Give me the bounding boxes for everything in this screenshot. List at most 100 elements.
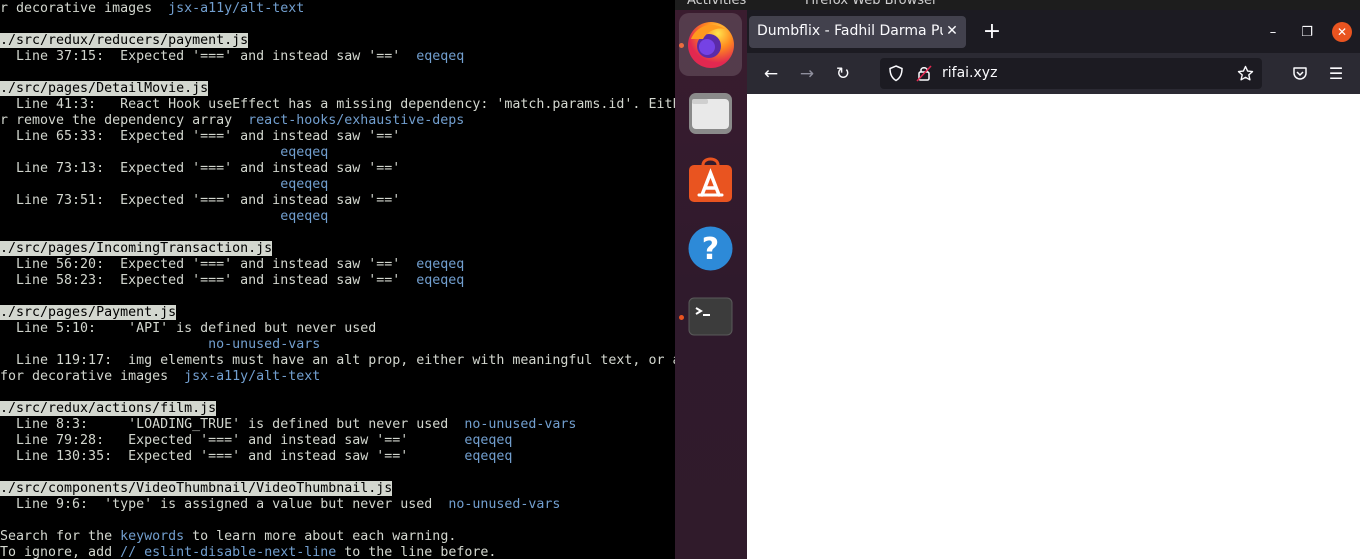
terminal-text: r decorative images — [0, 1, 169, 16]
bookmark-star-icon[interactable] — [1237, 65, 1254, 82]
terminal-text: Line 119:17: img elements must have an a… — [0, 353, 675, 368]
reload-icon[interactable]: ↻ — [831, 62, 855, 86]
terminal-text: Line 56:20: Expected '===' and instead s… — [0, 257, 417, 272]
terminal-text: Line 37:15: Expected '===' and instead s… — [0, 49, 417, 64]
terminal-file-heading: ./src/pages/Payment.js — [0, 305, 177, 321]
maximize-icon[interactable]: ❐ — [1295, 21, 1319, 45]
terminal-text: to learn more about each warning. — [184, 529, 457, 544]
url-text: rifai.xyz — [942, 65, 998, 81]
file-path: ./src/redux/reducers/payment.js — [0, 33, 249, 48]
terminal-text: Line 73:51: Expected '===' and instead s… — [0, 193, 401, 208]
close-tab-icon[interactable]: ✕ — [944, 22, 960, 40]
terminal-file-heading: ./src/redux/actions/film.js — [0, 401, 217, 417]
terminal-text: for decorative images — [0, 369, 185, 384]
terminal-line: Line 73:51: Expected '===' and instead s… — [0, 193, 400, 209]
url-bar[interactable]: rifai.xyz — [880, 58, 1262, 89]
dock-software[interactable] — [679, 149, 742, 212]
eslint-rule: eqeqeq — [280, 177, 329, 192]
terminal-line: Line 130:35: Expected '===' and instead … — [0, 449, 512, 465]
terminal-line: no-unused-vars — [0, 337, 320, 353]
files-icon — [689, 93, 732, 134]
terminal-line: Line 73:13: Expected '===' and instead s… — [0, 161, 400, 177]
terminal-text: to the line before. — [336, 545, 497, 559]
eslint-rule: jsx-a11y/alt-text — [168, 1, 305, 16]
terminal-line: r decorative images jsx-a11y/alt-text — [0, 1, 304, 17]
terminal-window[interactable]: r decorative images jsx-a11y/alt-text ./s… — [0, 0, 675, 559]
tab-dumbflix[interactable]: Dumbflix - Fadhil Darma Putera ✕ — [749, 16, 966, 48]
terminal-text: r remove the dependency array — [0, 113, 249, 128]
firefox-window: Dumbflix - Fadhil Darma Putera ✕ + – ❐ ✕… — [747, 10, 1360, 559]
eslint-rule: eqeqeq — [416, 273, 465, 288]
dock-help[interactable]: ? — [679, 217, 742, 280]
tab-title: Dumbflix - Fadhil Darma Putera — [757, 23, 943, 39]
dock-files[interactable] — [679, 81, 742, 144]
eslint-rule: keywords — [120, 529, 185, 544]
terminal-text: Line 58:23: Expected '===' and instead s… — [0, 273, 417, 288]
navigation-toolbar: ← → ↻ rifai.xyz ☰ — [747, 53, 1360, 94]
terminal-text: Line 41:3: React Hook useEffect has a mi… — [0, 97, 675, 112]
terminal-line: eqeqeq — [0, 177, 328, 193]
terminal-line: Line 56:20: Expected '===' and instead s… — [0, 257, 464, 273]
window-close-icon[interactable]: ✕ — [1332, 22, 1352, 42]
minimize-icon[interactable]: – — [1261, 21, 1285, 45]
pocket-icon[interactable] — [1292, 65, 1308, 81]
terminal-file-heading: ./src/redux/reducers/payment.js — [0, 33, 249, 49]
insecure-lock-icon[interactable] — [916, 65, 932, 82]
terminal-line: eqeqeq — [0, 145, 328, 161]
terminal-line: r remove the dependency array react-hook… — [0, 113, 464, 129]
eslint-rule: eqeqeq — [464, 433, 513, 448]
terminal-icon — [688, 297, 733, 336]
file-path: ./src/components/VideoThumbnail/VideoThu… — [0, 481, 393, 496]
eslint-rule: eqeqeq — [416, 49, 465, 64]
file-path: ./src/pages/IncomingTransaction.js — [0, 241, 273, 256]
terminal-file-heading: ./src/pages/IncomingTransaction.js — [0, 241, 273, 257]
eslint-rule: react-hooks/exhaustive-deps — [248, 113, 465, 128]
eslint-rule: no-unused-vars — [208, 337, 321, 352]
terminal-text: Line 130:35: Expected '===' and instead … — [0, 449, 465, 464]
file-path: ./src/pages/Payment.js — [0, 305, 177, 320]
terminal-line: Line 9:6: 'type' is assigned a value but… — [0, 497, 560, 513]
app-center-icon — [689, 157, 732, 202]
terminal-text: Line 65:33: Expected '===' and instead s… — [0, 129, 401, 144]
eslint-rule: no-unused-vars — [448, 497, 561, 512]
tracking-shield-icon[interactable] — [888, 65, 904, 82]
dock-terminal[interactable] — [679, 285, 742, 348]
top-panel: Activities Firefox Web Browser — [675, 0, 1360, 10]
terminal-text: Line 9:6: 'type' is assigned a value but… — [0, 497, 449, 512]
hamburger-menu-icon[interactable]: ☰ — [1324, 62, 1348, 86]
terminal-text: Search for the — [0, 529, 121, 544]
terminal-line: Line 37:15: Expected '===' and instead s… — [0, 49, 464, 65]
terminal-text: Line 5:10: 'API' is defined but never us… — [0, 321, 377, 336]
app-menu-label[interactable]: Firefox Web Browser — [805, 0, 937, 8]
terminal-line: eqeqeq — [0, 209, 328, 225]
eslint-rule: jsx-a11y/alt-text — [184, 369, 321, 384]
terminal-line: Line 65:33: Expected '===' and instead s… — [0, 129, 400, 145]
svg-text:?: ? — [702, 232, 719, 267]
page-content[interactable] — [747, 94, 1360, 559]
terminal-file-heading: ./src/pages/DetailMovie.js — [0, 81, 209, 97]
terminal-line: Line 41:3: React Hook useEffect has a mi… — [0, 97, 675, 113]
terminal-line: Line 119:17: img elements must have an a… — [0, 353, 675, 369]
back-arrow-icon[interactable]: ← — [759, 62, 783, 86]
terminal-text: Line 8:3: 'LOADING_TRUE' is defined but … — [0, 417, 465, 432]
terminal-line: Line 79:28: Expected '===' and instead s… — [0, 433, 512, 449]
terminal-line: Line 8:3: 'LOADING_TRUE' is defined but … — [0, 417, 576, 433]
terminal-text: To ignore, add — [0, 545, 121, 559]
terminal-file-heading: ./src/components/VideoThumbnail/VideoThu… — [0, 481, 393, 497]
new-tab-icon[interactable]: + — [979, 20, 1005, 46]
forward-arrow-icon[interactable]: → — [795, 62, 819, 86]
dock-firefox[interactable] — [679, 13, 742, 76]
terminal-text: Line 79:28: Expected '===' and instead s… — [0, 433, 465, 448]
file-path: ./src/redux/actions/film.js — [0, 401, 217, 416]
file-path: ./src/pages/DetailMovie.js — [0, 81, 209, 96]
tab-bar: Dumbflix - Fadhil Darma Putera ✕ + – ❐ ✕ — [747, 10, 1360, 53]
terminal-line: To ignore, add // eslint-disable-next-li… — [0, 545, 496, 559]
terminal-line: Line 58:23: Expected '===' and instead s… — [0, 273, 464, 289]
eslint-rule: eqeqeq — [280, 145, 329, 160]
dock: ? — [675, 10, 747, 559]
activities-label[interactable]: Activities — [687, 0, 746, 8]
